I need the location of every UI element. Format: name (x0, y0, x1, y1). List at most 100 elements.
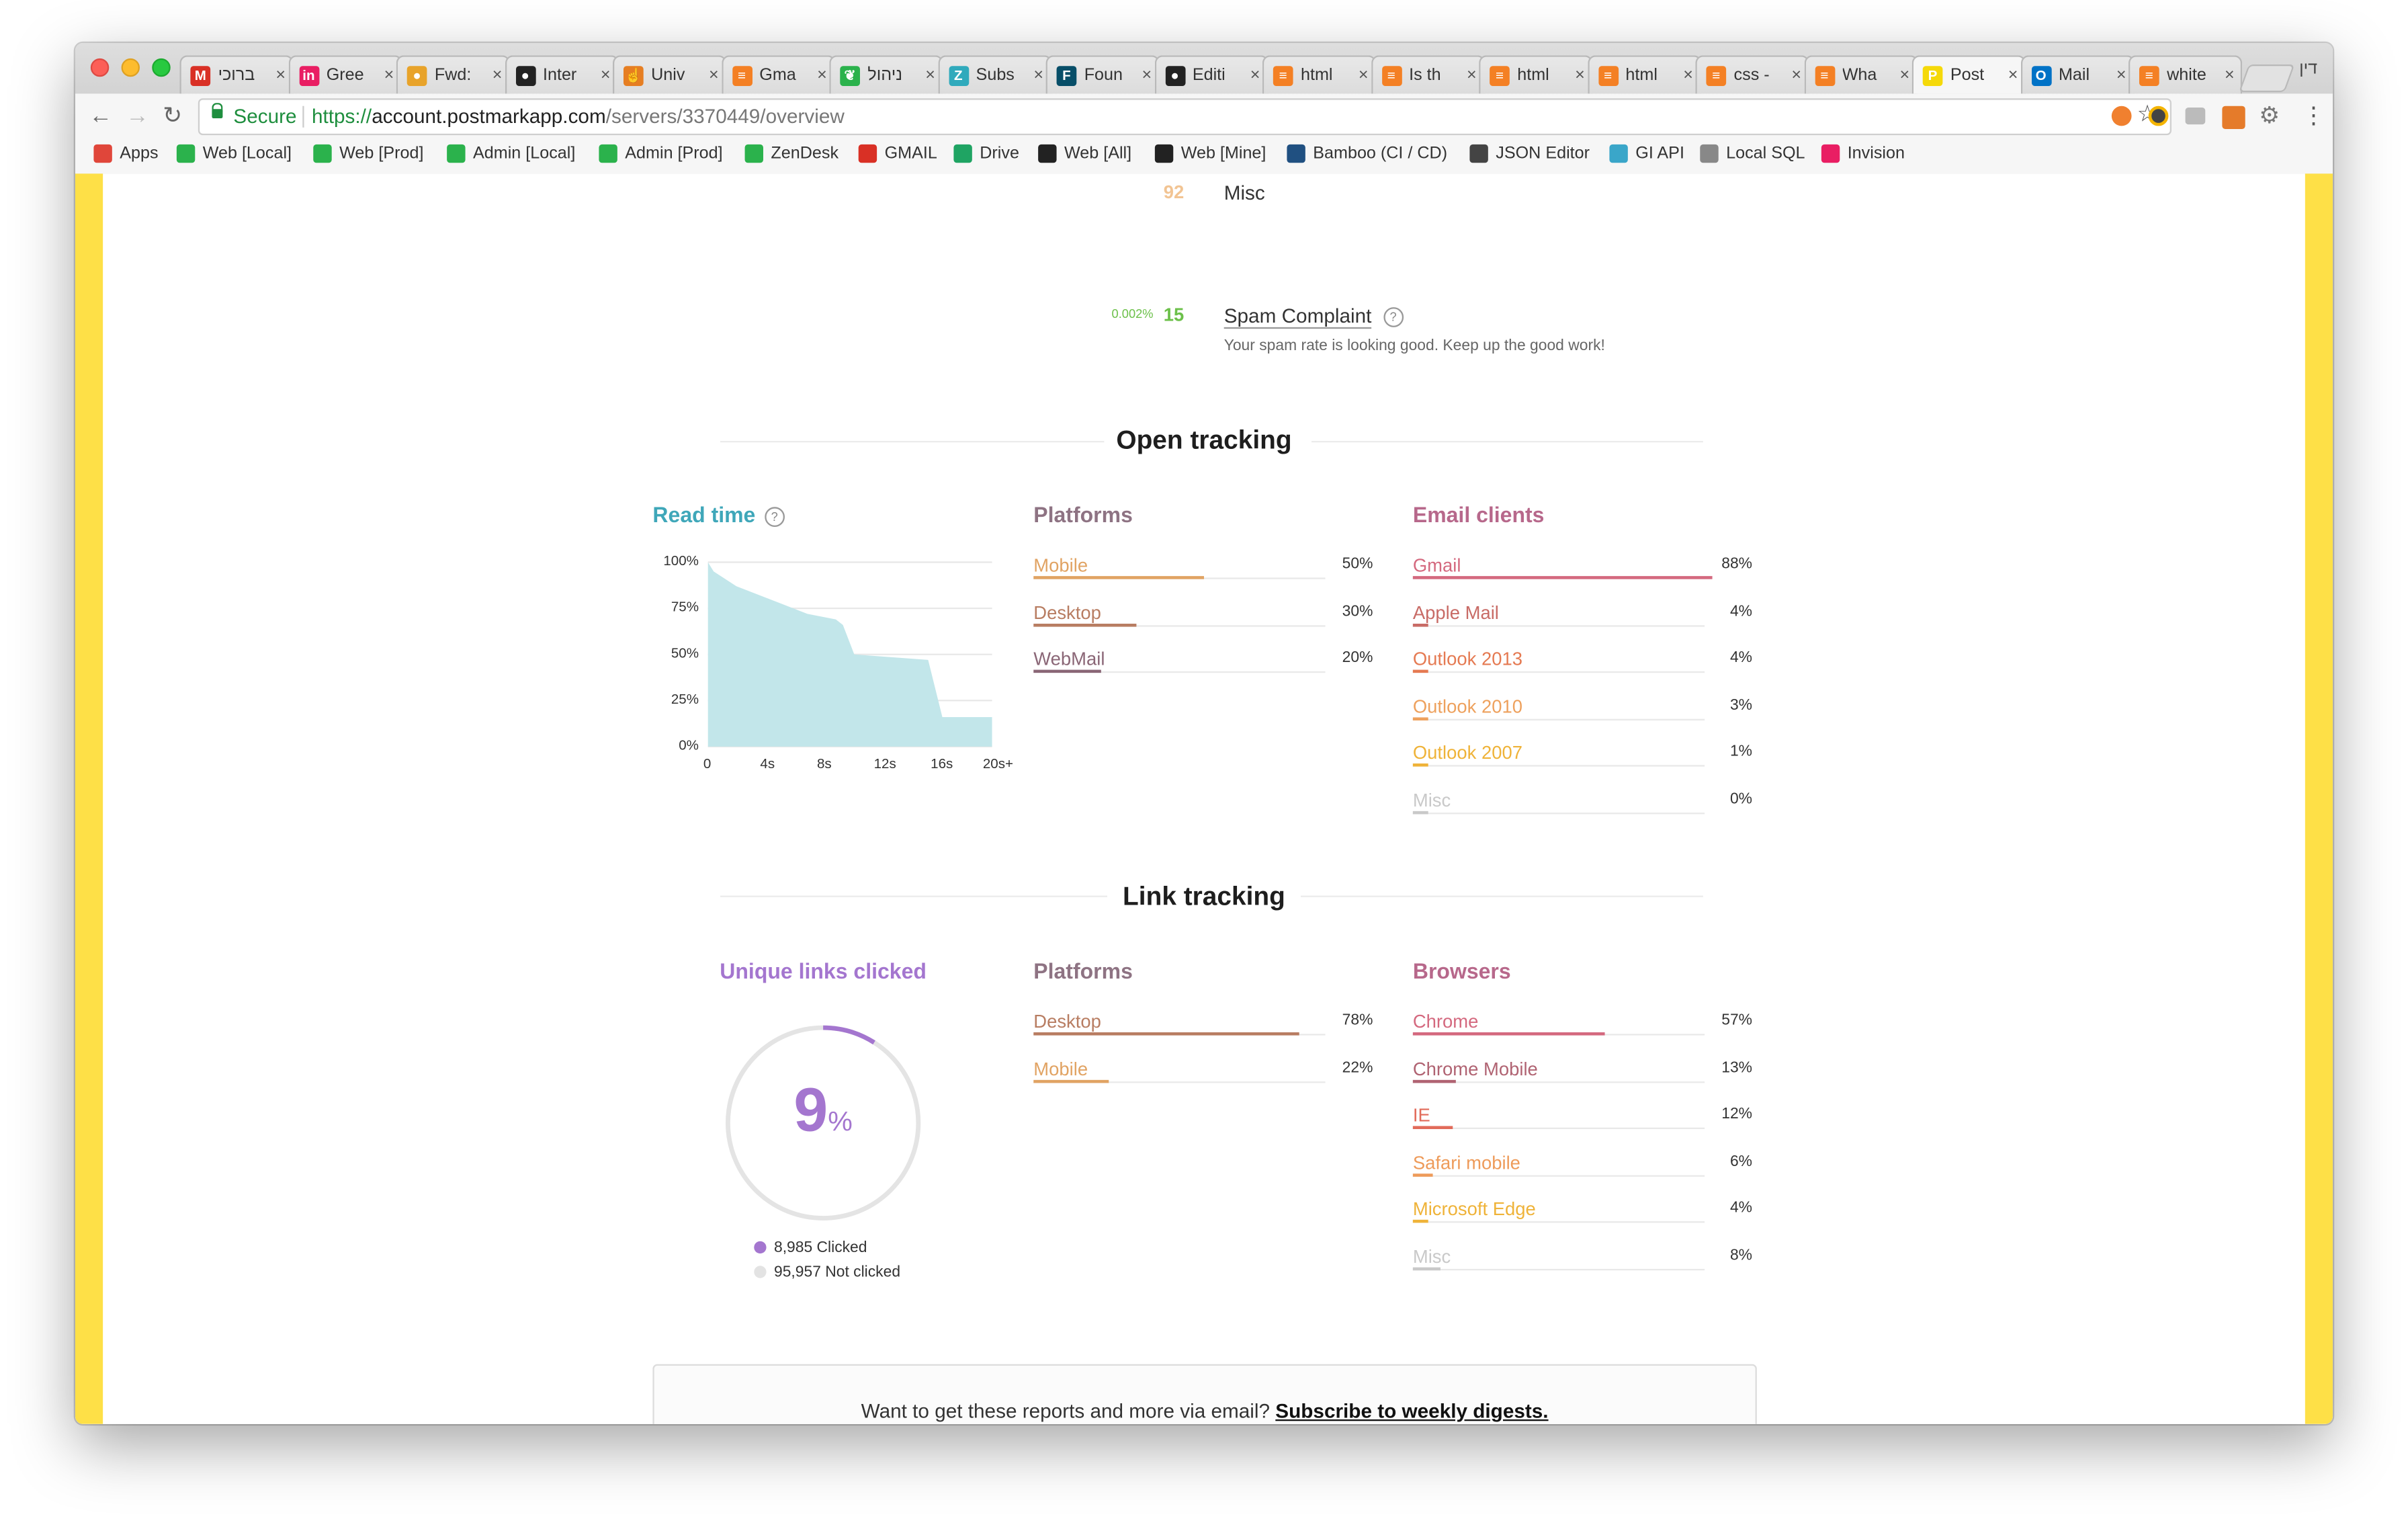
spam-complaint-label[interactable]: Spam Complaint (1223, 304, 1372, 329)
browser-label[interactable]: Microsoft Edge (1413, 1199, 1536, 1220)
browser-tab[interactable]: F Foun × (1045, 55, 1160, 94)
browser-label[interactable]: Misc (1413, 1246, 1451, 1268)
email-client-label[interactable]: Outlook 2010 (1413, 696, 1522, 717)
browser-tab[interactable]: O Mail × (2020, 55, 2134, 94)
tab-close-icon[interactable]: × (487, 66, 503, 84)
bookmark-item[interactable]: Drive (953, 144, 1019, 163)
tab-close-icon[interactable]: × (2003, 66, 2018, 84)
open-platform-label[interactable]: Mobile (1033, 554, 1088, 576)
tab-close-icon[interactable]: × (1894, 66, 1910, 84)
link-platform-label[interactable]: Mobile (1033, 1058, 1088, 1079)
browser-tab[interactable]: M ברוכי × (179, 55, 294, 94)
email-client-label[interactable]: Gmail (1413, 554, 1461, 576)
open-platform-bar (1033, 623, 1136, 626)
browser-tab[interactable]: ● Inter × (504, 55, 618, 94)
tab-close-icon[interactable]: × (2111, 66, 2126, 84)
email-client-bar (1412, 811, 1428, 815)
email-client-label[interactable]: Outlook 2007 (1413, 743, 1522, 764)
tab-close-icon[interactable]: × (703, 66, 719, 84)
bookmark-item[interactable]: Web [Prod] (313, 144, 423, 163)
browser-tab[interactable]: ● Editi × (1154, 55, 1268, 94)
bookmark-item[interactable]: Local SQL (1700, 144, 1805, 163)
browser-tab[interactable]: ≡ Wha × (1803, 55, 1918, 94)
email-client-label[interactable]: Outlook 2013 (1413, 649, 1522, 670)
bookmark-item[interactable]: Admin [Prod] (599, 144, 723, 163)
profile-button[interactable]: דין (2299, 60, 2317, 78)
email-client-label[interactable]: Misc (1413, 790, 1451, 811)
bookmark-label: Local SQL (1726, 144, 1805, 163)
browser-tab[interactable]: Z Subs × (937, 55, 1051, 94)
extension-icon-1[interactable] (2111, 106, 2132, 126)
bookmark-item[interactable]: Invision (1821, 144, 1905, 163)
tab-close-icon[interactable]: × (270, 66, 286, 84)
menu-kebab-icon[interactable]: ⋮ (2302, 101, 2325, 129)
tab-close-icon[interactable]: × (2219, 66, 2235, 84)
extension-icon-3[interactable] (2185, 107, 2206, 125)
subscribe-link[interactable]: Subscribe to weekly digests. (1275, 1399, 1548, 1422)
browser-tab[interactable]: ≡ css - × (1695, 55, 1809, 94)
read-time-help-icon[interactable]: ? (764, 506, 785, 527)
browser-tab[interactable]: ≡ html × (1262, 55, 1376, 94)
email-clients-list: Gmail 88% Apple Mail 4% Outlook 2013 4% Outloo… (1412, 554, 1752, 846)
tab-close-icon[interactable]: × (1245, 66, 1260, 84)
new-tab-button[interactable] (2238, 64, 2295, 93)
tab-close-icon[interactable]: × (1028, 66, 1043, 84)
browser-label[interactable]: Safari mobile (1413, 1152, 1520, 1173)
browsers-list: Chrome 57% Chrome Mobile 13% IE 12% Safari mob… (1412, 1011, 1752, 1302)
tab-title: html (1300, 66, 1333, 85)
browser-tab[interactable]: ❦ ניהול × (829, 55, 943, 94)
browser-tab[interactable]: ☝ Univ × (612, 55, 727, 94)
bookmark-item[interactable]: ZenDesk (744, 144, 838, 163)
bookmark-item[interactable]: GI API (1609, 144, 1684, 163)
bookmark-item[interactable]: GMAIL (858, 144, 937, 163)
back-arrow-icon[interactable]: ← (89, 104, 112, 129)
tab-close-icon[interactable]: × (595, 66, 611, 84)
tab-close-icon[interactable]: × (1353, 66, 1369, 84)
email-client-percent: 3% (1729, 697, 1752, 714)
forward-arrow-icon[interactable]: → (126, 104, 148, 129)
link-platform-label[interactable]: Desktop (1033, 1011, 1101, 1032)
misc-count: 92 (1163, 181, 1185, 203)
open-platform-percent: 50% (1342, 556, 1373, 573)
browser-label[interactable]: Chrome (1413, 1011, 1479, 1032)
maximize-window-button[interactable] (152, 58, 171, 77)
tab-close-icon[interactable]: × (1786, 66, 1801, 84)
reload-icon[interactable]: ↻ (163, 104, 182, 129)
address-bar[interactable]: Secure https://account.postmarkapp.com/s… (198, 98, 2172, 136)
bookmark-item[interactable]: Web [Local] (176, 144, 292, 163)
minimize-window-button[interactable] (121, 58, 140, 77)
email-client-label[interactable]: Apple Mail (1413, 602, 1499, 623)
browser-tab[interactable]: ≡ html × (1479, 55, 1593, 94)
close-window-button[interactable] (90, 58, 110, 77)
extension-icon-2[interactable] (2148, 106, 2169, 126)
tab-close-icon[interactable]: × (1136, 66, 1152, 84)
open-platform-label[interactable]: Desktop (1033, 602, 1101, 623)
gear-icon[interactable]: ⚙ (2259, 101, 2280, 129)
extension-icon-4[interactable] (2222, 106, 2245, 129)
bookmark-item[interactable]: Admin [Local] (447, 144, 575, 163)
browser-label[interactable]: Chrome Mobile (1413, 1058, 1538, 1079)
browser-tab[interactable]: ≡ white × (2128, 55, 2243, 94)
browser-tab[interactable]: ≡ html × (1587, 55, 1701, 94)
browser-tab[interactable]: ≡ Is th × (1370, 55, 1485, 94)
tab-close-icon[interactable]: × (1678, 66, 1693, 84)
bookmark-item[interactable]: Apps (93, 144, 159, 163)
bookmark-item[interactable]: Web [Mine] (1154, 144, 1266, 163)
browser-tab[interactable]: ≡ Gma × (721, 55, 835, 94)
browser-tab[interactable]: in Gree × (288, 55, 402, 94)
x-tick-label: 12s (873, 755, 896, 772)
browser-tab[interactable]: P Post × (1911, 55, 2026, 94)
tab-close-icon[interactable]: × (1461, 66, 1477, 84)
open-platform-label[interactable]: WebMail (1033, 649, 1105, 670)
browser-label[interactable]: IE (1413, 1105, 1430, 1126)
bookmark-item[interactable]: JSON Editor (1469, 144, 1590, 163)
bookmark-item[interactable]: Bamboo (CI / CD) (1287, 144, 1447, 163)
tab-close-icon[interactable]: × (378, 66, 394, 84)
tab-close-icon[interactable]: × (920, 66, 935, 84)
browser-track (1412, 1175, 1705, 1177)
bookmark-item[interactable]: Web [All] (1038, 144, 1131, 163)
browser-tab[interactable]: ● Fwd: × (396, 55, 510, 94)
tab-close-icon[interactable]: × (812, 66, 827, 84)
help-icon[interactable]: ? (1383, 307, 1404, 327)
tab-close-icon[interactable]: × (1570, 66, 1585, 84)
